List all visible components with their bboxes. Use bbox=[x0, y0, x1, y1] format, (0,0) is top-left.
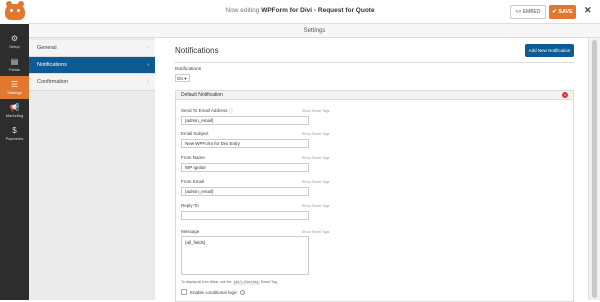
help-code: {all_fields} bbox=[232, 281, 260, 285]
smart-tags-link[interactable]: Show Smart Tags bbox=[302, 230, 329, 234]
send-to-email-input[interactable]: {admin_email} bbox=[181, 116, 309, 125]
smart-tags-link[interactable]: Show Smart Tags bbox=[302, 204, 329, 208]
from-name-input[interactable]: WP Ignitor bbox=[181, 163, 309, 172]
add-notification-button[interactable]: Add New Notification bbox=[525, 44, 574, 57]
chevron-right-icon: › bbox=[147, 45, 149, 51]
help-prefix: To display all form fields, use the bbox=[181, 280, 232, 284]
subbar-title: Settings bbox=[303, 27, 326, 34]
sidebar-item-payments[interactable]: $ Payments bbox=[0, 122, 29, 145]
notification-header[interactable]: Default Notification × bbox=[176, 91, 573, 100]
section-title: Notifications bbox=[175, 46, 219, 55]
email-subject-input[interactable]: New WPForm for Divi Entry bbox=[181, 139, 309, 148]
embed-button[interactable]: <> EMBED bbox=[510, 5, 546, 19]
tab-general[interactable]: General › bbox=[29, 40, 155, 57]
field-label: From Name bbox=[181, 155, 205, 160]
tab-label: Notifications bbox=[37, 62, 67, 68]
help-icon[interactable]: ⓘ bbox=[229, 108, 234, 113]
field-label: Reply-To bbox=[181, 203, 199, 208]
scrollbar[interactable] bbox=[588, 38, 600, 300]
notifications-label: Notifications bbox=[175, 67, 202, 72]
tab-label: General bbox=[37, 45, 57, 51]
sidebar-item-marketing[interactable]: 📢 Marketing bbox=[0, 99, 29, 122]
field-label: Message bbox=[181, 229, 200, 234]
tab-confirmation[interactable]: Confirmation › bbox=[29, 74, 155, 91]
fields-icon: ▤ bbox=[10, 57, 19, 66]
sidebar-item-fields[interactable]: ▤ Fields bbox=[0, 53, 29, 76]
settings-tabs-panel: General › Notifications › Confirmation › bbox=[29, 38, 155, 300]
sidebar-item-settings[interactable]: ☰ Settings bbox=[0, 76, 29, 99]
top-bar: Now editing WPForm for Divi - Request fo… bbox=[0, 0, 600, 24]
sidebar-item-label: Settings bbox=[7, 90, 22, 95]
notifications-content: Notifications Add New Notification Notif… bbox=[155, 38, 588, 302]
smart-tags-link[interactable]: Show Smart Tags bbox=[302, 109, 329, 113]
form-name: WPForm for Divi - Request for Quote bbox=[261, 7, 375, 14]
delete-icon[interactable]: × bbox=[562, 92, 568, 98]
sidebar-item-setup[interactable]: ⚙ Setup bbox=[0, 30, 29, 53]
sidebar-item-label: Marketing bbox=[5, 113, 24, 118]
checkbox[interactable] bbox=[181, 289, 187, 295]
reply-to-input[interactable] bbox=[181, 211, 309, 220]
scrollbar-thumb[interactable] bbox=[592, 40, 597, 298]
field-label: From Email bbox=[181, 179, 205, 184]
megaphone-icon: 📢 bbox=[9, 103, 20, 112]
field-label: Send To Email Address ⓘ bbox=[181, 108, 233, 114]
sliders-icon: ☰ bbox=[10, 80, 19, 89]
from-email-input[interactable]: {admin_email} bbox=[181, 187, 309, 196]
chevron-right-icon: › bbox=[147, 79, 149, 85]
help-text: To display all form fields, use the {all… bbox=[181, 280, 278, 285]
notifications-select[interactable]: On ▾ bbox=[175, 74, 190, 82]
settings-subbar: Settings bbox=[29, 24, 600, 38]
field-label-text: Send To Email Address bbox=[181, 108, 228, 113]
smart-tags-link[interactable]: Show Smart Tags bbox=[302, 180, 329, 184]
sidebar-item-label: Setup bbox=[9, 44, 20, 49]
close-icon[interactable]: ✕ bbox=[584, 5, 592, 16]
sidebar-item-label: Payments bbox=[5, 136, 24, 141]
builder-sidebar: ⚙ Setup ▤ Fields ☰ Settings 📢 Marketing … bbox=[0, 24, 29, 300]
default-notification-box: Default Notification × Send To Email Addr… bbox=[175, 90, 574, 302]
message-textarea[interactable]: {all_fields} bbox=[181, 236, 309, 275]
checkbox-label: Enable conditional logic bbox=[190, 289, 238, 295]
smart-tags-link[interactable]: Show Smart Tags bbox=[302, 156, 329, 160]
dollar-icon: $ bbox=[12, 126, 17, 135]
notification-title: Default Notification bbox=[181, 92, 223, 98]
gear-icon: ⚙ bbox=[10, 34, 19, 43]
title-prefix: Now editing bbox=[225, 7, 260, 14]
sidebar-item-label: Fields bbox=[9, 67, 20, 72]
chevron-right-icon: › bbox=[147, 62, 149, 68]
tab-notifications[interactable]: Notifications › bbox=[29, 57, 155, 74]
help-suffix: Smart Tag. bbox=[260, 280, 278, 284]
help-icon[interactable]: ? bbox=[240, 289, 246, 295]
tab-label: Confirmation bbox=[37, 79, 69, 85]
smart-tags-link[interactable]: Show Smart Tags bbox=[302, 132, 329, 136]
save-button[interactable]: ✔ SAVE bbox=[549, 5, 576, 19]
field-label: Email Subject bbox=[181, 131, 209, 136]
conditional-logic-toggle[interactable]: Enable conditional logic? bbox=[181, 289, 246, 295]
divider bbox=[175, 62, 574, 63]
